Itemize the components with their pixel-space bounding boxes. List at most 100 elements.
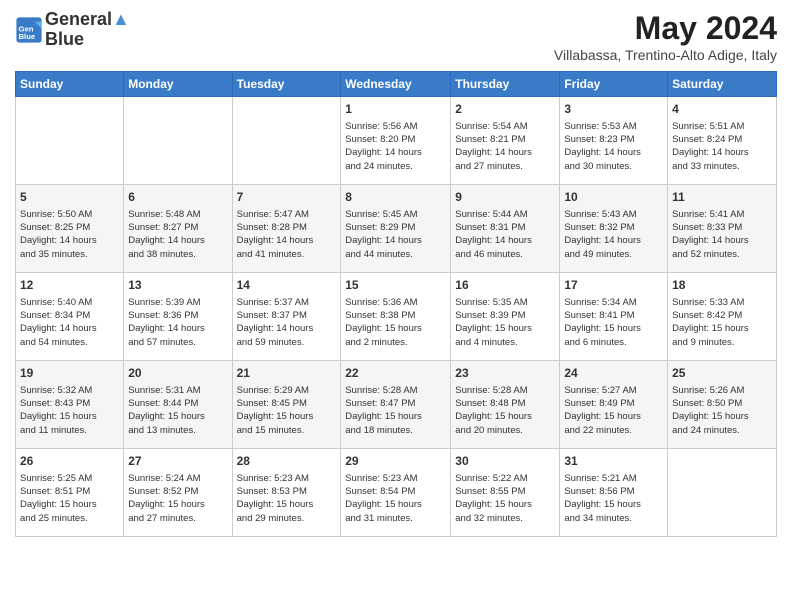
calendar-cell: 11 Sunrise: 5:41 AM Sunset: 8:33 PM Dayli… <box>668 185 777 273</box>
day-number: 19 <box>20 365 119 382</box>
calendar-cell: 26 Sunrise: 5:25 AM Sunset: 8:51 PM Dayli… <box>16 449 124 537</box>
day-info: Sunrise: 5:43 AM Sunset: 8:32 PM Dayligh… <box>564 208 663 261</box>
day-number: 15 <box>345 277 446 294</box>
calendar-cell: 8Sunrise: 5:45 AM Sunset: 8:29 PM Daylig… <box>341 185 451 273</box>
day-number: 12 <box>20 277 119 294</box>
calendar-cell <box>16 97 124 185</box>
day-info: Sunrise: 5:54 AM Sunset: 8:21 PM Dayligh… <box>455 120 555 173</box>
calendar-cell: 20 Sunrise: 5:31 AM Sunset: 8:44 PM Dayli… <box>124 361 232 449</box>
day-number: 20 <box>128 365 227 382</box>
day-number: 3 <box>564 101 663 118</box>
logo: Gen Blue General▲ Blue <box>15 10 130 50</box>
subtitle: Villabassa, Trentino-Alto Adige, Italy <box>554 47 777 63</box>
weekday-header-saturday: Saturday <box>668 72 777 97</box>
weekday-header-sunday: Sunday <box>16 72 124 97</box>
page: Gen Blue General▲ Blue May 2024 Villabas… <box>0 0 792 612</box>
calendar-cell: 31 Sunrise: 5:21 AM Sunset: 8:56 PM Dayli… <box>560 449 668 537</box>
day-number: 31 <box>564 453 663 470</box>
day-info: Sunrise: 5:21 AM Sunset: 8:56 PM Dayligh… <box>564 472 663 525</box>
calendar-cell: 29Sunrise: 5:23 AM Sunset: 8:54 PM Dayli… <box>341 449 451 537</box>
day-number: 10 <box>564 189 663 206</box>
calendar-cell: 24 Sunrise: 5:27 AM Sunset: 8:49 PM Dayli… <box>560 361 668 449</box>
day-number: 11 <box>672 189 772 206</box>
calendar-cell: 2 Sunrise: 5:54 AM Sunset: 8:21 PM Daylig… <box>451 97 560 185</box>
day-info: Sunrise: 5:40 AM Sunset: 8:34 PM Dayligh… <box>20 296 119 349</box>
weekday-header-friday: Friday <box>560 72 668 97</box>
day-info: Sunrise: 5:25 AM Sunset: 8:51 PM Dayligh… <box>20 472 119 525</box>
calendar-cell: 7 Sunrise: 5:47 AM Sunset: 8:28 PM Daylig… <box>232 185 341 273</box>
day-info: Sunrise: 5:34 AM Sunset: 8:41 PM Dayligh… <box>564 296 663 349</box>
day-number: 9 <box>455 189 555 206</box>
svg-text:Blue: Blue <box>19 32 36 41</box>
logo-icon: Gen Blue <box>15 16 43 44</box>
day-number: 26 <box>20 453 119 470</box>
day-number: 28 <box>237 453 337 470</box>
day-number: 8 <box>345 189 446 206</box>
day-number: 2 <box>455 101 555 118</box>
calendar-week-3: 12 Sunrise: 5:40 AM Sunset: 8:34 PM Dayli… <box>16 273 777 361</box>
calendar-cell <box>232 97 341 185</box>
calendar-cell: 30Sunrise: 5:22 AM Sunset: 8:55 PM Dayli… <box>451 449 560 537</box>
day-info: Sunrise: 5:24 AM Sunset: 8:52 PM Dayligh… <box>128 472 227 525</box>
day-info: Sunrise: 5:28 AM Sunset: 8:48 PM Dayligh… <box>455 384 555 437</box>
day-number: 22 <box>345 365 446 382</box>
calendar-cell: 4Sunrise: 5:51 AM Sunset: 8:24 PM Daylig… <box>668 97 777 185</box>
calendar-cell <box>668 449 777 537</box>
day-info: Sunrise: 5:35 AM Sunset: 8:39 PM Dayligh… <box>455 296 555 349</box>
calendar-cell: 5Sunrise: 5:50 AM Sunset: 8:25 PM Daylig… <box>16 185 124 273</box>
day-number: 29 <box>345 453 446 470</box>
weekday-header-tuesday: Tuesday <box>232 72 341 97</box>
calendar-cell: 23 Sunrise: 5:28 AM Sunset: 8:48 PM Dayli… <box>451 361 560 449</box>
day-number: 6 <box>128 189 227 206</box>
day-info: Sunrise: 5:56 AM Sunset: 8:20 PM Dayligh… <box>345 120 446 173</box>
day-number: 21 <box>237 365 337 382</box>
calendar-cell: 13Sunrise: 5:39 AM Sunset: 8:36 PM Dayli… <box>124 273 232 361</box>
weekday-header-row: SundayMondayTuesdayWednesdayThursdayFrid… <box>16 72 777 97</box>
day-info: Sunrise: 5:39 AM Sunset: 8:36 PM Dayligh… <box>128 296 227 349</box>
day-info: Sunrise: 5:32 AM Sunset: 8:43 PM Dayligh… <box>20 384 119 437</box>
calendar-cell: 19 Sunrise: 5:32 AM Sunset: 8:43 PM Dayli… <box>16 361 124 449</box>
day-info: Sunrise: 5:53 AM Sunset: 8:23 PM Dayligh… <box>564 120 663 173</box>
calendar-week-5: 26 Sunrise: 5:25 AM Sunset: 8:51 PM Dayli… <box>16 449 777 537</box>
day-info: Sunrise: 5:28 AM Sunset: 8:47 PM Dayligh… <box>345 384 446 437</box>
calendar-table: SundayMondayTuesdayWednesdayThursdayFrid… <box>15 71 777 537</box>
day-number: 25 <box>672 365 772 382</box>
day-number: 4 <box>672 101 772 118</box>
calendar-cell: 9Sunrise: 5:44 AM Sunset: 8:31 PM Daylig… <box>451 185 560 273</box>
day-info: Sunrise: 5:33 AM Sunset: 8:42 PM Dayligh… <box>672 296 772 349</box>
logo-text: General▲ Blue <box>45 10 130 50</box>
weekday-header-monday: Monday <box>124 72 232 97</box>
main-title: May 2024 <box>554 10 777 47</box>
calendar-body: 1 Sunrise: 5:56 AM Sunset: 8:20 PM Daylig… <box>16 97 777 537</box>
day-number: 23 <box>455 365 555 382</box>
day-info: Sunrise: 5:27 AM Sunset: 8:49 PM Dayligh… <box>564 384 663 437</box>
calendar-cell: 15 Sunrise: 5:36 AM Sunset: 8:38 PM Dayli… <box>341 273 451 361</box>
calendar-cell: 25Sunrise: 5:26 AM Sunset: 8:50 PM Dayli… <box>668 361 777 449</box>
calendar-cell: 21 Sunrise: 5:29 AM Sunset: 8:45 PM Dayli… <box>232 361 341 449</box>
calendar-week-1: 1 Sunrise: 5:56 AM Sunset: 8:20 PM Daylig… <box>16 97 777 185</box>
day-info: Sunrise: 5:31 AM Sunset: 8:44 PM Dayligh… <box>128 384 227 437</box>
calendar-cell: 10 Sunrise: 5:43 AM Sunset: 8:32 PM Dayli… <box>560 185 668 273</box>
calendar-cell <box>124 97 232 185</box>
calendar-header: SundayMondayTuesdayWednesdayThursdayFrid… <box>16 72 777 97</box>
day-info: Sunrise: 5:29 AM Sunset: 8:45 PM Dayligh… <box>237 384 337 437</box>
day-info: Sunrise: 5:36 AM Sunset: 8:38 PM Dayligh… <box>345 296 446 349</box>
calendar-cell: 16 Sunrise: 5:35 AM Sunset: 8:39 PM Dayli… <box>451 273 560 361</box>
day-number: 24 <box>564 365 663 382</box>
calendar-cell: 28 Sunrise: 5:23 AM Sunset: 8:53 PM Dayli… <box>232 449 341 537</box>
day-number: 1 <box>345 101 446 118</box>
calendar-cell: 27 Sunrise: 5:24 AM Sunset: 8:52 PM Dayli… <box>124 449 232 537</box>
day-info: Sunrise: 5:48 AM Sunset: 8:27 PM Dayligh… <box>128 208 227 261</box>
day-number: 18 <box>672 277 772 294</box>
calendar-week-2: 5Sunrise: 5:50 AM Sunset: 8:25 PM Daylig… <box>16 185 777 273</box>
weekday-header-thursday: Thursday <box>451 72 560 97</box>
calendar-cell: 3 Sunrise: 5:53 AM Sunset: 8:23 PM Daylig… <box>560 97 668 185</box>
day-number: 30 <box>455 453 555 470</box>
day-number: 7 <box>237 189 337 206</box>
day-info: Sunrise: 5:41 AM Sunset: 8:33 PM Dayligh… <box>672 208 772 261</box>
day-info: Sunrise: 5:47 AM Sunset: 8:28 PM Dayligh… <box>237 208 337 261</box>
day-number: 16 <box>455 277 555 294</box>
day-info: Sunrise: 5:23 AM Sunset: 8:53 PM Dayligh… <box>237 472 337 525</box>
calendar-cell: 12 Sunrise: 5:40 AM Sunset: 8:34 PM Dayli… <box>16 273 124 361</box>
day-number: 27 <box>128 453 227 470</box>
